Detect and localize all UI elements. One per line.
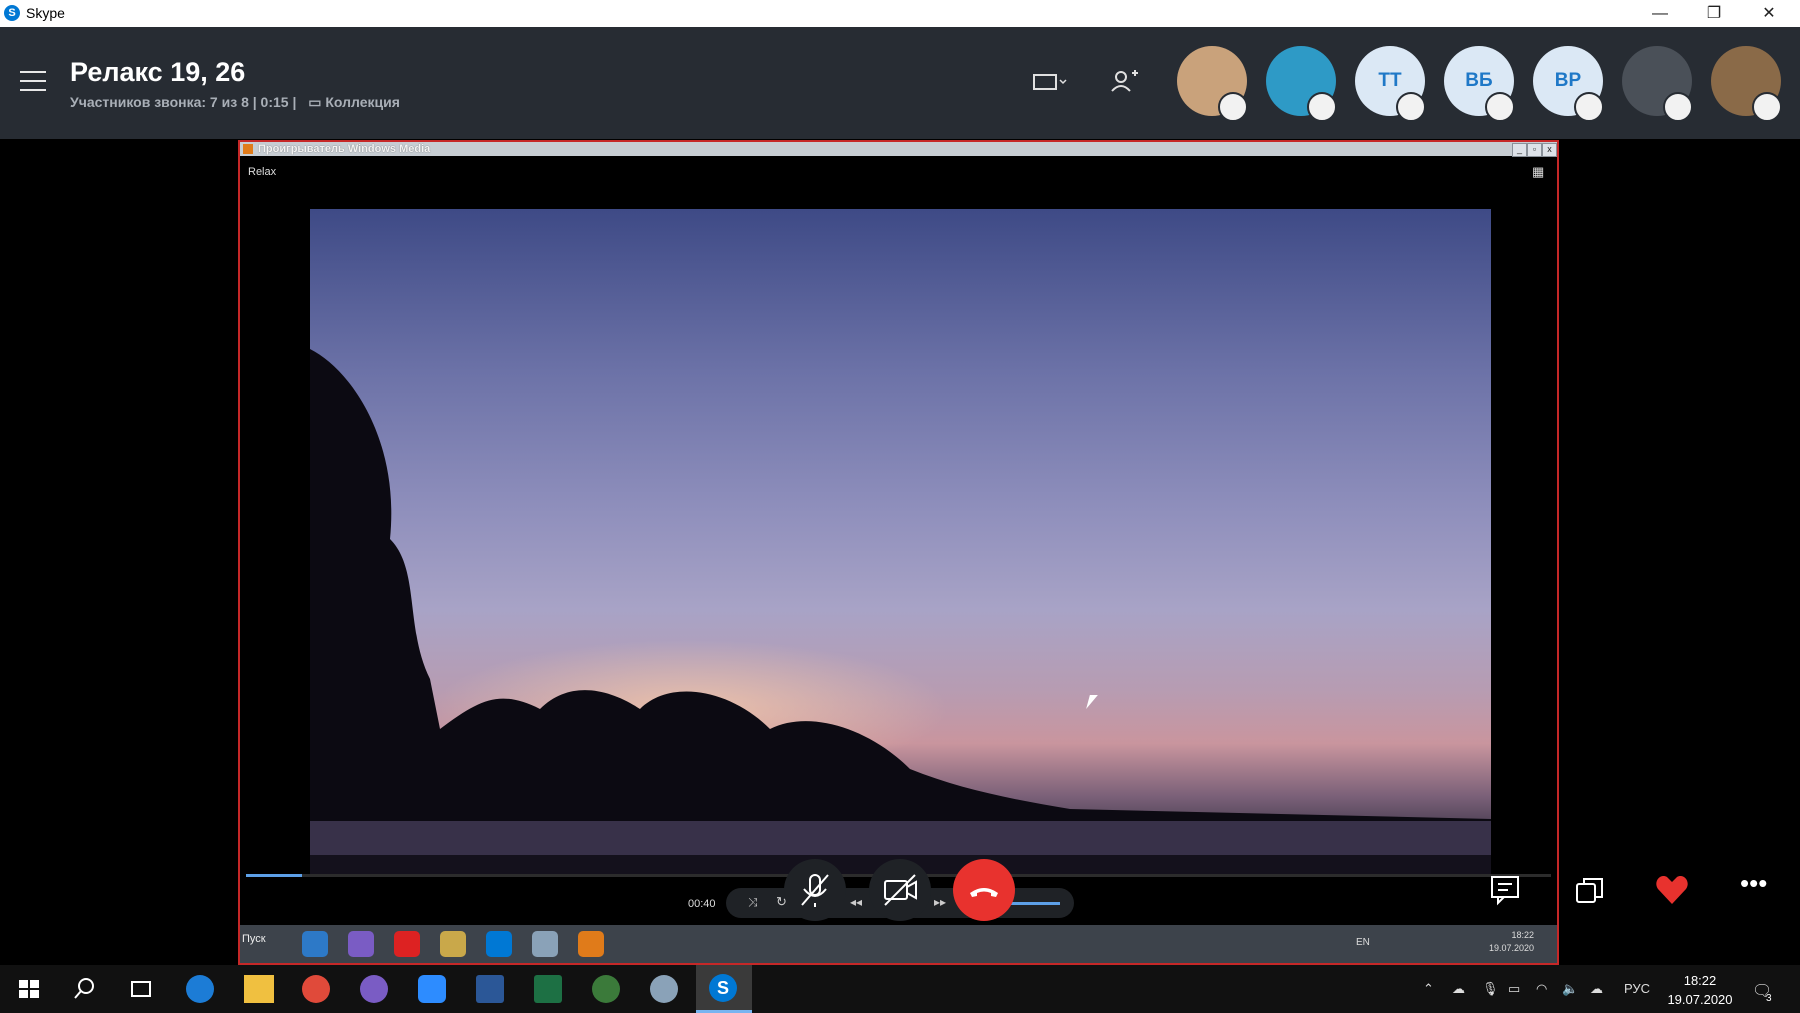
wmp-minimize-button[interactable]: _ <box>1512 143 1527 157</box>
viber-icon[interactable] <box>348 931 374 957</box>
seek-progress <box>246 874 302 877</box>
more-options-button[interactable]: ••• <box>1740 870 1776 908</box>
wifi-icon[interactable]: ◠ <box>1536 981 1547 997</box>
zoom-icon[interactable] <box>418 975 446 1003</box>
title-bar: S Skype — ❐ ✕ <box>0 0 1800 27</box>
microphone-icon[interactable]: 🎙 <box>1482 981 1499 997</box>
call-title: Релакс 19, 26 <box>70 57 246 87</box>
elapsed-time: 00:40 <box>688 898 716 910</box>
folder-icon[interactable] <box>440 931 466 957</box>
muted-icon <box>1574 92 1604 122</box>
video-toggle-button[interactable] <box>869 859 931 921</box>
notifications-count: 3 <box>1766 993 1772 1004</box>
shuffle-icon[interactable]: ⤨ <box>748 895 758 910</box>
shared-screen: Проигрыватель Windows Media _ ▫ x Relax … <box>238 140 1559 965</box>
tray-expand-icon[interactable]: ⌃ <box>1423 981 1434 997</box>
wmp-title-bar: Проигрыватель Windows Media _ ▫ x <box>240 142 1557 157</box>
wmp-window-title: Проигрыватель Windows Media <box>258 143 431 155</box>
phone-hang-up-icon <box>970 888 998 897</box>
cloud-upload-icon[interactable]: ☁ <box>1590 981 1603 997</box>
skype-icon: S <box>709 974 737 1002</box>
remote-lang[interactable]: EN <box>1356 937 1370 948</box>
hang-up-button[interactable] <box>953 859 1015 921</box>
search-icon[interactable] <box>70 975 100 1003</box>
ie-icon[interactable] <box>302 931 328 957</box>
fast-forward-icon[interactable]: ▸▸ <box>934 895 946 909</box>
remote-start-button[interactable]: Пуск <box>242 933 266 945</box>
share-screen-icon <box>1576 878 1603 903</box>
chat-icon <box>1491 876 1519 906</box>
viber-icon[interactable] <box>360 975 388 1003</box>
wmp-close-button[interactable]: x <box>1542 143 1557 157</box>
edge-icon[interactable] <box>186 975 214 1003</box>
excel-icon[interactable] <box>534 975 562 1003</box>
react-button[interactable] <box>1654 872 1690 908</box>
paint-icon[interactable] <box>532 931 558 957</box>
windows-taskbar: S ⌃ ☁ 🎙 ▭ ◠ 🔈 ☁ РУС 18:22 19.07.2020 🗨 3 <box>0 965 1800 1013</box>
volume-icon[interactable]: 🔈 <box>1562 981 1578 997</box>
close-button[interactable]: ✕ <box>1742 0 1796 27</box>
collection-link[interactable]: Коллекция <box>325 94 400 110</box>
mute-button[interactable] <box>784 859 846 921</box>
opera-icon[interactable] <box>394 931 420 957</box>
onedrive-icon[interactable]: ☁ <box>1452 981 1465 997</box>
add-participant-button[interactable] <box>1108 67 1148 97</box>
word-icon[interactable] <box>476 975 504 1003</box>
wmp-restore-button[interactable]: ▫ <box>1527 143 1542 157</box>
mic-off-icon <box>801 874 829 907</box>
remote-date: 19.07.2020 <box>1488 943 1534 953</box>
window-title: Skype <box>26 5 65 21</box>
restore-button[interactable]: ❐ <box>1687 0 1741 27</box>
battery-icon[interactable]: ▭ <box>1508 981 1520 997</box>
track-name: Relax <box>248 166 277 178</box>
muted-icon <box>1663 92 1693 122</box>
skype-taskbar-button[interactable]: S <box>696 965 752 1013</box>
system-time: 18:22 <box>1683 973 1717 988</box>
muted-icon <box>1752 92 1782 122</box>
muted-icon <box>1485 92 1515 122</box>
system-date: 19.07.2020 <box>1667 992 1733 1007</box>
system-clock[interactable]: 18:22 19.07.2020 <box>1660 971 1740 1009</box>
remote-clock: 18:22 19.07.2020 <box>1460 929 1534 955</box>
input-language[interactable]: РУС <box>1624 981 1650 996</box>
file-explorer-icon[interactable] <box>244 975 274 1003</box>
remote-taskbar: Пуск EN 18:22 19.07.2020 <box>240 925 1557 963</box>
collection-icon[interactable]: ▭ <box>308 94 321 110</box>
skype-logo-icon: S <box>4 5 20 21</box>
share-screen-button[interactable] <box>1572 872 1608 908</box>
muted-icon <box>1307 92 1337 122</box>
minimize-button[interactable]: — <box>1633 0 1687 27</box>
rewind-icon[interactable]: ◂◂ <box>850 895 862 909</box>
heart-icon <box>1656 876 1688 904</box>
paint-icon[interactable] <box>650 975 678 1003</box>
tree-silhouette <box>310 349 1491 877</box>
chat-button[interactable] <box>1488 872 1524 908</box>
chrome-icon[interactable] <box>302 975 330 1003</box>
video-off-icon <box>884 874 917 906</box>
task-view-icon[interactable] <box>126 975 156 1003</box>
windows-start-icon[interactable] <box>14 975 44 1003</box>
call-subtitle: Участников звонка: 7 из 8 | 0:15 | ▭ Кол… <box>70 94 400 111</box>
add-person-icon <box>1111 70 1138 92</box>
globe-app-icon[interactable] <box>592 975 620 1003</box>
skype-icon[interactable] <box>486 931 512 957</box>
menu-icon[interactable] <box>20 71 46 91</box>
participants-count: Участников звонка: 7 из 8 | 0:15 | <box>70 94 297 110</box>
media-player-icon[interactable] <box>578 931 604 957</box>
switch-library-icon[interactable]: ▦ <box>1532 164 1544 180</box>
muted-icon <box>1218 92 1248 122</box>
video-frame <box>310 209 1491 877</box>
call-header: Релакс 19, 26 Участников звонка: 7 из 8 … <box>0 27 1800 139</box>
muted-icon <box>1396 92 1426 122</box>
screen-layout-button[interactable] <box>1030 67 1070 97</box>
screen-layout-icon <box>1033 74 1067 90</box>
wmp-icon <box>243 144 253 154</box>
remote-time: 18:22 <box>1511 930 1534 940</box>
